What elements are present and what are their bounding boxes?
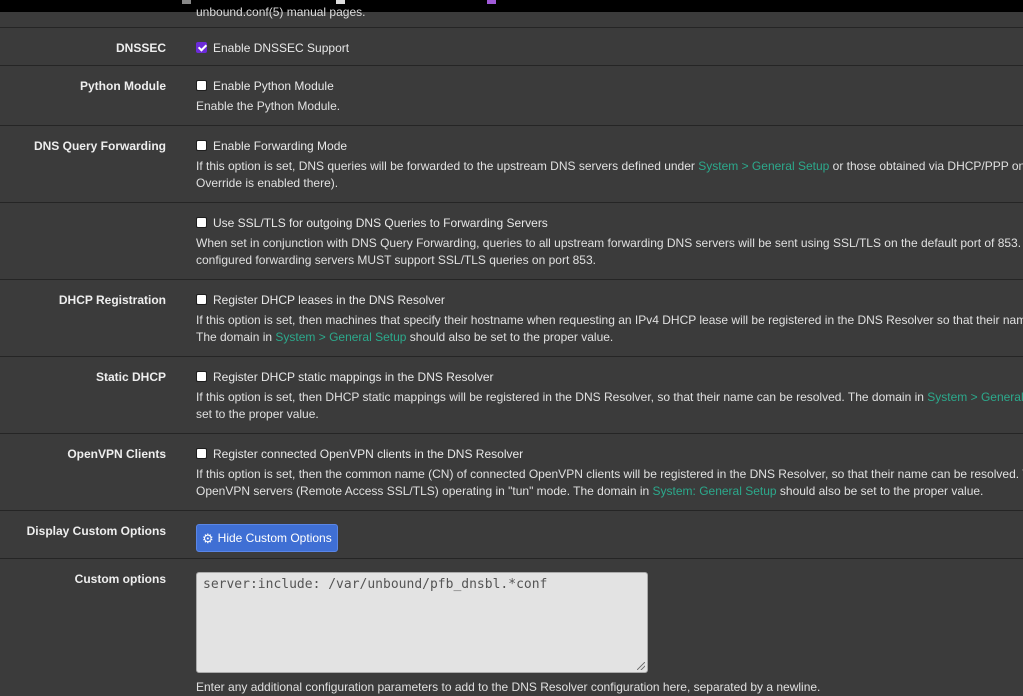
python-module-checkbox[interactable] bbox=[196, 80, 207, 92]
row-dns-query-forwarding: DNS Query Forwarding Enable Forwarding M… bbox=[0, 125, 1023, 203]
forwarding-mode-checkbox[interactable] bbox=[196, 140, 207, 152]
resize-grip-icon[interactable] bbox=[637, 662, 645, 670]
dhcp-registration-label: DHCP Registration bbox=[58, 293, 166, 307]
openvpn-help-text: OpenVPN servers (Remote Access SSL/TLS) … bbox=[196, 484, 653, 498]
ssl-tls-help: When set in conjunction with DNS Query F… bbox=[196, 236, 1023, 250]
hide-custom-options-label: Hide Custom Options bbox=[217, 531, 332, 545]
custom-options-value: server:include: /var/unbound/pfb_dnsbl.*… bbox=[203, 577, 548, 592]
ssl-tls-checkbox[interactable] bbox=[196, 217, 207, 229]
dhcp-registration-checkbox-label[interactable]: Register DHCP leases in the DNS Resolver bbox=[213, 293, 445, 307]
openvpn-clients-checkbox-label[interactable]: Register connected OpenVPN clients in th… bbox=[213, 447, 523, 461]
dhcp-registration-help-line2: The domain in System > General Setup sho… bbox=[196, 329, 1023, 346]
top-bar-mark bbox=[336, 0, 345, 4]
hide-custom-options-button[interactable]: ⚙ Hide Custom Options bbox=[196, 524, 338, 552]
forwarding-help-text: If this option is set, DNS queries will … bbox=[196, 159, 699, 173]
row-dhcp-registration: DHCP Registration Register DHCP leases i… bbox=[0, 279, 1023, 357]
top-bar-mark bbox=[487, 0, 496, 4]
custom-options-label: Custom options bbox=[74, 572, 166, 586]
openvpn-clients-help: If this option is set, then the common n… bbox=[196, 467, 1023, 481]
row-custom-options: Custom options server:include: /var/unbo… bbox=[0, 558, 1023, 694]
static-dhcp-label: Static DHCP bbox=[95, 370, 166, 384]
ssl-tls-checkbox-label[interactable]: Use SSL/TLS for outgoing DNS Queries to … bbox=[213, 216, 548, 230]
python-module-checkbox-label[interactable]: Enable Python Module bbox=[213, 79, 334, 93]
dnssec-checkbox[interactable] bbox=[196, 42, 207, 54]
general-setup-link[interactable]: System > General S bbox=[927, 390, 1023, 404]
static-dhcp-help-line2: set to the proper value. bbox=[196, 407, 319, 421]
forwarding-help-text: or those obtained via DHCP/PPP on W bbox=[829, 159, 1023, 173]
general-setup-link[interactable]: System > General Setup bbox=[275, 330, 406, 344]
static-dhcp-help-text: If this option is set, then DHCP static … bbox=[196, 390, 928, 404]
ssl-tls-help-line2: configured forwarding servers MUST suppo… bbox=[196, 253, 596, 267]
python-module-help: Enable the Python Module. bbox=[196, 99, 341, 113]
dhcp-registration-help: If this option is set, then machines tha… bbox=[196, 313, 1023, 327]
dhcp-registration-help-text: should also be set to the proper value. bbox=[406, 330, 614, 344]
gear-icon: ⚙ bbox=[202, 530, 214, 546]
dnssec-label: DNSSEC bbox=[115, 41, 166, 55]
general-setup-link[interactable]: System > General Setup bbox=[698, 159, 829, 173]
openvpn-clients-label: OpenVPN Clients bbox=[67, 447, 166, 461]
openvpn-clients-help-line2: OpenVPN servers (Remote Access SSL/TLS) … bbox=[196, 483, 1023, 500]
openvpn-help-text: should also be set to the proper value. bbox=[776, 484, 984, 498]
custom-options-textarea[interactable]: server:include: /var/unbound/pfb_dnsbl.*… bbox=[196, 572, 648, 673]
dns-query-forwarding-label: DNS Query Forwarding bbox=[33, 139, 166, 153]
forwarding-help: If this option is set, DNS queries will … bbox=[196, 158, 1023, 175]
row-dnssec: DNSSEC Enable DNSSEC Support bbox=[0, 27, 1023, 66]
python-module-label: Python Module bbox=[80, 79, 166, 93]
custom-options-help: Enter any additional configuration param… bbox=[196, 680, 821, 694]
display-custom-options-label: Display Custom Options bbox=[26, 524, 166, 538]
top-bar-mark bbox=[182, 0, 191, 4]
row-ssl-tls-forwarding: Use SSL/TLS for outgoing DNS Queries to … bbox=[0, 202, 1023, 280]
row-static-dhcp: Static DHCP Register DHCP static mapping… bbox=[0, 356, 1023, 434]
dnssec-checkbox-label[interactable]: Enable DNSSEC Support bbox=[213, 41, 349, 55]
dhcp-registration-help-text: The domain in bbox=[196, 330, 276, 344]
row-display-custom-options: Display Custom Options ⚙ Hide Custom Opt… bbox=[0, 510, 1023, 559]
general-setup-link[interactable]: System: General Setup bbox=[653, 484, 777, 498]
row-python-module: Python Module Enable Python Module Enabl… bbox=[0, 65, 1023, 126]
manual-pages-note: unbound.conf(5) manual pages. bbox=[196, 5, 366, 19]
openvpn-clients-checkbox[interactable] bbox=[196, 448, 207, 460]
static-dhcp-checkbox-label[interactable]: Register DHCP static mappings in the DNS… bbox=[213, 370, 494, 384]
forwarding-help-line2: Override is enabled there). bbox=[196, 176, 339, 190]
browser-top-bar bbox=[0, 0, 1023, 12]
static-dhcp-help: If this option is set, then DHCP static … bbox=[196, 389, 1023, 406]
dhcp-registration-checkbox[interactable] bbox=[196, 294, 207, 306]
static-dhcp-checkbox[interactable] bbox=[196, 371, 207, 383]
forwarding-mode-checkbox-label[interactable]: Enable Forwarding Mode bbox=[213, 139, 347, 153]
row-openvpn-clients: OpenVPN Clients Register connected OpenV… bbox=[0, 433, 1023, 511]
